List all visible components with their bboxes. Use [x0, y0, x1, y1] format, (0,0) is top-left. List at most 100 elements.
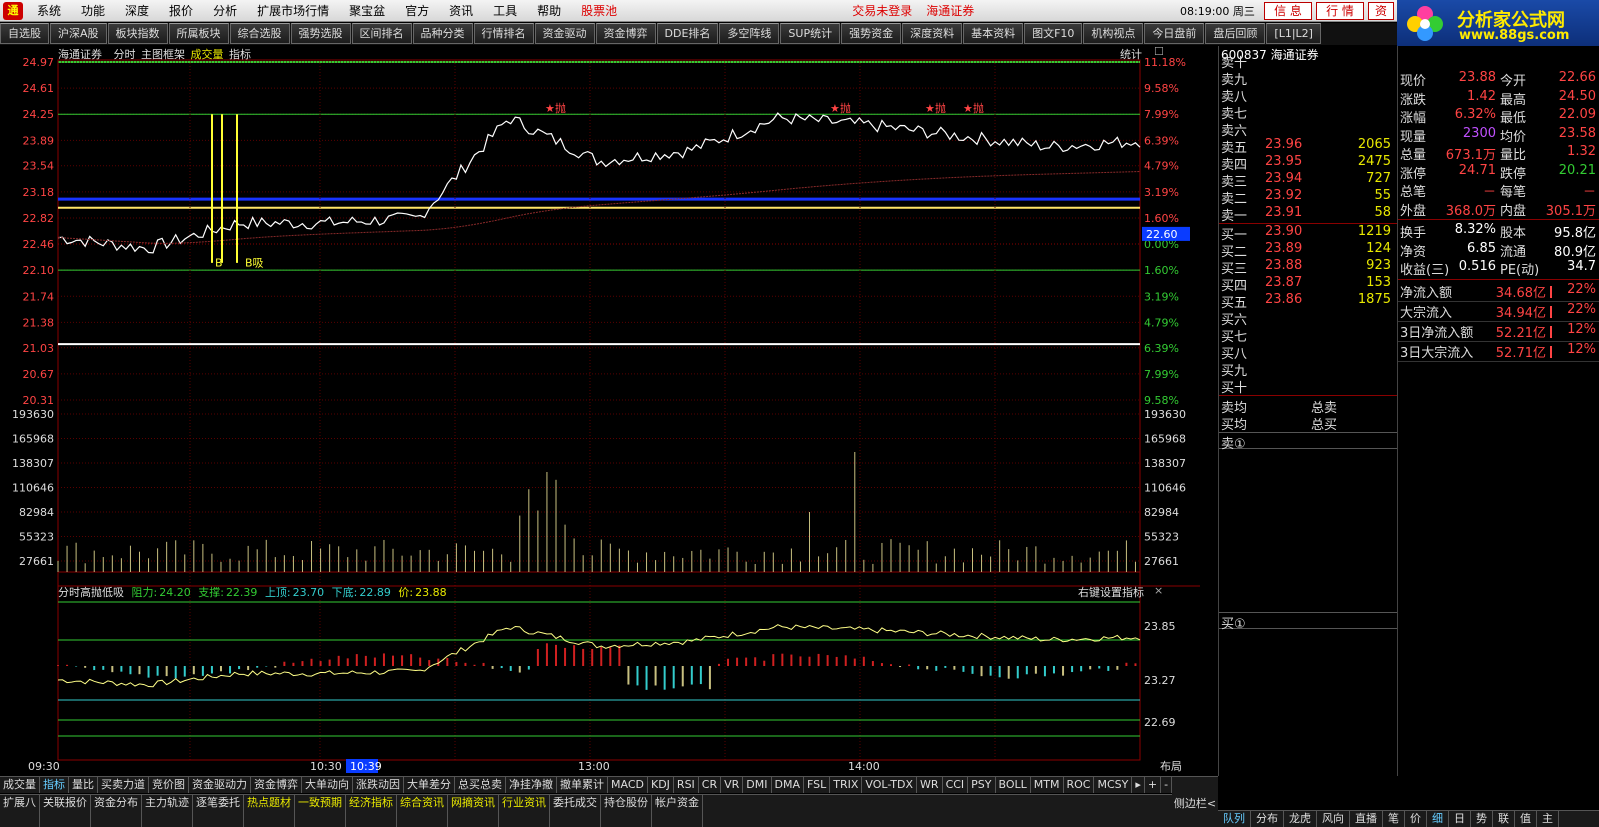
chart-close-icon[interactable]: ☐ — [1154, 45, 1164, 58]
indicator-tab-23[interactable]: WR — [917, 777, 943, 793]
toolbar-btn-14[interactable]: 强势资金 — [841, 23, 902, 44]
right-tab-0[interactable]: 队列 — [1218, 811, 1251, 827]
sell-price[interactable]: 23.92 — [1265, 188, 1302, 203]
toolbar-btn-10[interactable]: 资金博弈 — [595, 23, 656, 44]
right-tab-5[interactable]: 笔 — [1383, 811, 1405, 827]
indicator-tab-22[interactable]: VOL-TDX — [862, 777, 918, 793]
menu-tools[interactable]: 工具 — [483, 2, 527, 19]
ext-tab-1[interactable]: 关联报价 — [40, 795, 91, 827]
tab-quote[interactable]: 行 情 — [1316, 2, 1364, 20]
menu-ext-market[interactable]: 扩展市场行情 — [247, 2, 339, 19]
ext-tab-10[interactable]: 行业资讯 — [499, 795, 550, 827]
indicator-tab-11[interactable]: 净挂净撤 — [506, 777, 557, 793]
ext-tab-13[interactable]: 帐户资金 — [652, 795, 703, 827]
indicator-tab-5[interactable]: 资金驱动力 — [189, 777, 251, 793]
ext-tab-11[interactable]: 委托成交 — [550, 795, 601, 827]
indicator-tab-2[interactable]: 量比 — [69, 777, 98, 793]
indicator-tab-9[interactable]: 大单差分 — [404, 777, 455, 793]
indicator-settings[interactable]: 右键设置指标 — [1078, 584, 1144, 600]
ext-tab-8[interactable]: 综合资讯 — [397, 795, 448, 827]
indicator-tab-19[interactable]: DMA — [772, 777, 805, 793]
menu-function[interactable]: 功能 — [71, 2, 115, 19]
menu-analysis[interactable]: 分析 — [203, 2, 247, 19]
menu-system[interactable]: 系统 — [27, 2, 71, 19]
menu-quote[interactable]: 报价 — [159, 2, 203, 19]
indicator-tab-8[interactable]: 涨跌动因 — [353, 777, 404, 793]
ext-tab-7[interactable]: 经济指标 — [346, 795, 397, 827]
right-tab-1[interactable]: 分布 — [1251, 811, 1284, 827]
intraday-chart[interactable]: 24.97 11.18% 24.61 9.58% 24.25 7.99% 23.89 6.39… — [0, 45, 1218, 776]
buy-queue-label[interactable]: 买① — [1219, 612, 1397, 632]
toolbar-btn-9[interactable]: 资金驱动 — [534, 23, 595, 44]
toolbar-btn-2[interactable]: 板块指数 — [107, 23, 168, 44]
indicator-tab-7[interactable]: 大单动向 — [302, 777, 353, 793]
menu-help[interactable]: 帮助 — [527, 2, 571, 19]
indicator-tab-3[interactable]: 买卖力道 — [98, 777, 149, 793]
indicator-tab-20[interactable]: FSL — [804, 777, 831, 793]
chart-canvas[interactable]: 24.97 11.18% 24.61 9.58% 24.25 7.99% 23.89 6.39… — [0, 46, 1218, 776]
ext-tab-4[interactable]: 逐笔委托 — [193, 795, 244, 827]
buy-price[interactable]: 23.90 — [1265, 224, 1302, 239]
chart-main-label[interactable]: 主图 — [141, 48, 163, 61]
indicator-tab-29[interactable]: MCSY — [1094, 777, 1133, 793]
toolbar-btn-15[interactable]: 深度资料 — [902, 23, 963, 44]
right-tab-10[interactable]: 联 — [1493, 811, 1515, 827]
indicator-tab-25[interactable]: PSY — [968, 777, 996, 793]
buy-price[interactable]: 23.89 — [1265, 241, 1302, 256]
sell-queue-label[interactable]: 卖① — [1219, 432, 1397, 452]
indicator-tab-32[interactable]: - — [1161, 777, 1173, 793]
menu-depth[interactable]: 深度 — [115, 2, 159, 19]
toolbar-btn-7[interactable]: 品种分类 — [412, 23, 473, 44]
indicator-tab-26[interactable]: BOLL — [996, 777, 1031, 793]
indicator-tab-4[interactable]: 竞价图 — [149, 777, 189, 793]
indicator-tab-0[interactable]: 成交量 — [0, 777, 40, 793]
toolbar-btn-18[interactable]: 机构视点 — [1083, 23, 1144, 44]
right-tab-9[interactable]: 势 — [1471, 811, 1493, 827]
ext-tab-2[interactable]: 资金分布 — [91, 795, 142, 827]
buy-price[interactable]: 23.88 — [1265, 258, 1302, 273]
indicator-tab-28[interactable]: ROC — [1064, 777, 1095, 793]
toolbar-btn-8[interactable]: 行情排名 — [473, 23, 534, 44]
indicator-tab-21[interactable]: TRIX — [830, 777, 863, 793]
menu-stock-pool[interactable]: 股票池 — [571, 2, 627, 19]
right-tab-11[interactable]: 值 — [1515, 811, 1537, 827]
sell-price[interactable]: 23.94 — [1265, 171, 1302, 186]
ext-tab-12[interactable]: 持仓股份 — [601, 795, 652, 827]
right-tab-4[interactable]: 直播 — [1350, 811, 1383, 827]
toolbar-btn-3[interactable]: 所属板块 — [168, 23, 229, 44]
ext-tab-5[interactable]: 热点题材 — [244, 795, 295, 827]
toolbar-btn-12[interactable]: 多空阵线 — [719, 23, 780, 44]
ext-tab-3[interactable]: 主力轨迹 — [142, 795, 193, 827]
toolbar-btn-4[interactable]: 综合选股 — [229, 23, 290, 44]
indicator-tab-15[interactable]: RSI — [674, 777, 699, 793]
indicator-tab-30[interactable]: ▸ — [1132, 777, 1145, 793]
toolbar-btn-5[interactable]: 强势选股 — [290, 23, 351, 44]
tab-info[interactable]: 信 息 — [1264, 2, 1312, 20]
toolbar-btn-13[interactable]: SUP统计 — [780, 23, 841, 44]
right-tab-7[interactable]: 细 — [1427, 811, 1449, 827]
sell-price[interactable]: 23.91 — [1265, 205, 1302, 220]
brand-url[interactable]: www.88gs.com — [1459, 28, 1569, 43]
sell-price[interactable]: 23.95 — [1265, 154, 1302, 169]
menu-official[interactable]: 官方 — [395, 2, 439, 19]
toolbar-btn-0[interactable]: 自选股 — [0, 23, 49, 44]
indicator-tab-17[interactable]: VR — [721, 777, 744, 793]
toolbar-btn-21[interactable]: [L1|L2] — [1266, 23, 1321, 44]
toolbar-btn-1[interactable]: 沪深A股 — [50, 23, 107, 44]
toolbar-btn-16[interactable]: 基本资料 — [963, 23, 1024, 44]
menu-news[interactable]: 资讯 — [439, 2, 483, 19]
ext-tab-6[interactable]: 一致预期 — [295, 795, 346, 827]
stats-button[interactable]: 统计 — [1120, 46, 1142, 62]
toolbar-btn-20[interactable]: 盘后回顾 — [1205, 23, 1266, 44]
indicator-tab-14[interactable]: KDJ — [648, 777, 674, 793]
sell-price[interactable]: 23.96 — [1265, 137, 1302, 152]
side-panel-toggle[interactable]: 侧边栏< — [1172, 776, 1218, 810]
right-tab-3[interactable]: 风向 — [1317, 811, 1350, 827]
indicator-tab-10[interactable]: 总买总卖 — [455, 777, 506, 793]
ext-tab-9[interactable]: 网摘资讯 — [448, 795, 499, 827]
menu-jubaopen[interactable]: 聚宝盆 — [339, 2, 395, 19]
indicator-tab-1[interactable]: 指标 — [40, 777, 69, 793]
login-status[interactable]: 交易未登录 — [852, 2, 912, 19]
right-tab-6[interactable]: 价 — [1405, 811, 1427, 827]
indicator-tab-12[interactable]: 撤单累计 — [557, 777, 608, 793]
